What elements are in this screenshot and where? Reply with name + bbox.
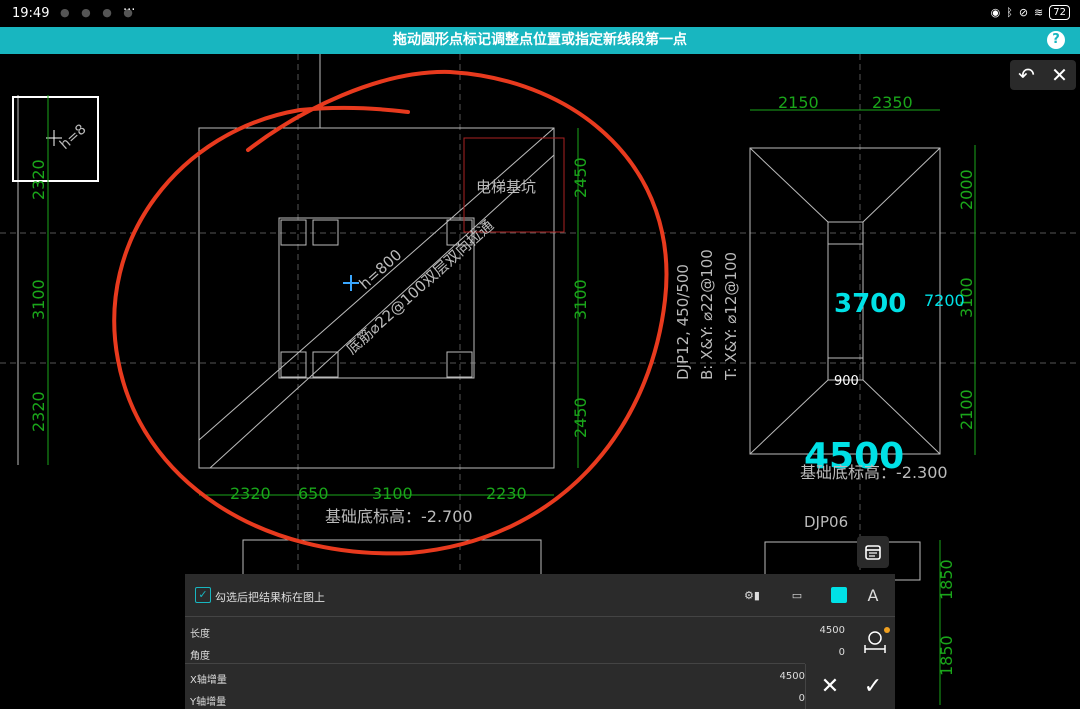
calendar-button[interactable] [857, 536, 889, 568]
battery-icon: 72 [1049, 5, 1070, 20]
h-label-left: h=8 [57, 121, 90, 153]
undo-icon[interactable]: ↶ [1018, 63, 1035, 87]
more-notifications-icon: ··· [123, 3, 136, 18]
svg-text:B: X&Y: ⌀22@100: B: X&Y: ⌀22@100 [698, 249, 716, 380]
svg-text:T: X&Y: ⌀12@100: T: X&Y: ⌀12@100 [722, 252, 740, 381]
svg-text:2320: 2320 [29, 391, 48, 432]
cancel-button[interactable]: ✕ [810, 666, 850, 706]
svg-text:2450: 2450 [571, 157, 590, 198]
calendar-icon [865, 545, 881, 560]
action-separator [805, 664, 806, 709]
angle-value: 0 [838, 647, 845, 658]
svg-text:2230: 2230 [486, 484, 527, 503]
djp-labels: DJP12, 450/500 B: X&Y: ⌀22@100 T: X&Y: ⌀… [674, 249, 740, 381]
eye-icon: ◉ [990, 6, 1001, 19]
color-swatch[interactable] [827, 584, 851, 606]
bluetooth-icon: ᛒ [1006, 6, 1013, 19]
x-delta-field: X轴增量 4500 [190, 667, 805, 687]
ruler-icon[interactable]: ▭ [785, 584, 809, 606]
svg-text:2350: 2350 [872, 93, 913, 112]
h-label: h=800 [356, 246, 406, 293]
measure-fields: 长度 4500 角度 0 X轴增量 4500 Y轴增量 0 [185, 617, 855, 709]
confirm-button[interactable]: ✓ [853, 666, 893, 706]
text-size-icon[interactable]: A [861, 584, 885, 606]
clock: 19:49 [12, 6, 50, 21]
svg-text:650: 650 [298, 484, 329, 503]
system-icons: ◉ ᛒ ⊘ ≋ 72 [991, 5, 1070, 20]
x-delta-value: 4500 [779, 671, 805, 682]
angle-label: 角度 [190, 651, 210, 662]
svg-text:3100: 3100 [372, 484, 413, 503]
y-delta-label: Y轴增量 [190, 697, 227, 708]
djp06-label: DJP06 [804, 513, 848, 531]
angle-field: 角度 0 [190, 643, 845, 663]
svg-text:3100: 3100 [29, 279, 48, 320]
svg-text:2320: 2320 [29, 159, 48, 200]
svg-text:2320: 2320 [230, 484, 271, 503]
hint-bar: 拖动圆形点标记调整点位置或指定新线段第一点 ? [0, 27, 1080, 54]
svg-text:2450: 2450 [571, 397, 590, 438]
svg-text:1850: 1850 [937, 635, 956, 676]
length-field: 长度 4500 [190, 621, 845, 641]
value-3700: 3700 [834, 289, 906, 319]
value-900: 900 [834, 374, 859, 389]
field-divider [185, 663, 805, 664]
length-value: 4500 [819, 625, 845, 636]
dimension-mode-button[interactable] [855, 622, 895, 662]
y-delta-field: Y轴增量 0 [190, 689, 805, 709]
svg-text:DJP12, 450/500: DJP12, 450/500 [674, 264, 692, 380]
svg-text:2150: 2150 [778, 93, 819, 112]
hint-text: 拖动圆形点标记调整点位置或指定新线段第一点 [393, 32, 687, 48]
undo-close-toolbar: ↶ ✕ [1010, 60, 1076, 90]
mute-icon: ⊘ [1018, 6, 1029, 19]
measure-panel: ✓ 勾选后把结果标在图上 ⚙▮ ▭ A 长度 4500 角度 0 X轴增量 45… [185, 574, 895, 709]
elevation-right: 基础底标高：-2.300 [800, 463, 948, 482]
elevation-left: 基础底标高：-2.700 [325, 507, 473, 526]
help-icon[interactable]: ? [1047, 31, 1065, 49]
svg-text:2100: 2100 [957, 389, 976, 430]
settings-icon[interactable]: ⚙▮ [740, 584, 764, 606]
mark-result-label: 勾选后把结果标在图上 [215, 591, 325, 604]
length-label: 长度 [190, 629, 210, 640]
svg-text:2000: 2000 [957, 169, 976, 210]
status-bar: 19:49 ● ● ● ● ··· ◉ ᛒ ⊘ ≋ 72 [0, 0, 1080, 27]
x-delta-label: X轴增量 [190, 675, 227, 686]
left-footing [12, 95, 99, 465]
panel-header: ✓ 勾选后把结果标在图上 ⚙▮ ▭ A [185, 574, 895, 617]
svg-text:1850: 1850 [937, 559, 956, 600]
elevator-pit-label: 电梯基坑 [476, 178, 536, 196]
close-icon[interactable]: ✕ [1051, 63, 1068, 87]
dimension-mode-icon [864, 627, 890, 653]
value-7200: 7200 [924, 291, 965, 310]
svg-text:3100: 3100 [571, 279, 590, 320]
wifi-icon: ≋ [1034, 6, 1044, 19]
mark-result-checkbox[interactable]: ✓ [195, 587, 211, 603]
